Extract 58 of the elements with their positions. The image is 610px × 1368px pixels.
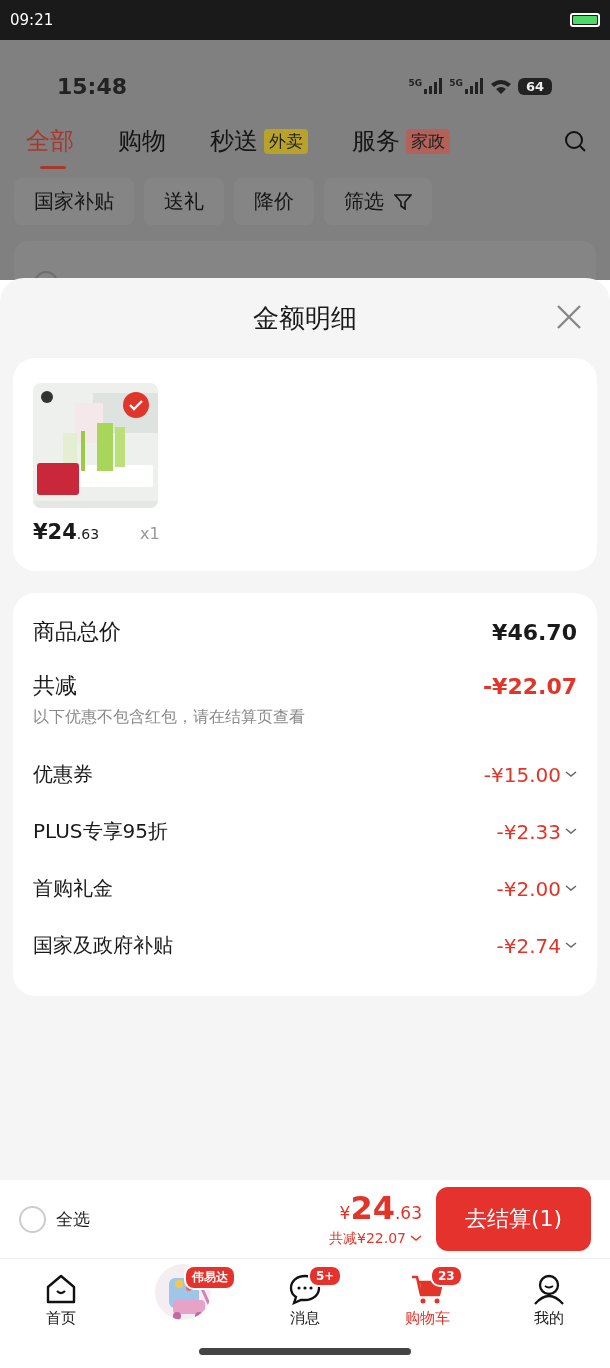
discount-amount[interactable]: -¥2.74 — [496, 933, 577, 958]
chevron-icon — [565, 771, 577, 778]
filter-chip[interactable]: 送礼 — [144, 178, 224, 225]
tab-tag: 外卖 — [264, 128, 308, 154]
row-value: ¥46.70 — [492, 619, 577, 645]
person-icon — [533, 1273, 565, 1305]
badge: 伟易达 — [184, 1265, 236, 1290]
nav-tab[interactable]: 首页 — [0, 1259, 122, 1340]
filter-chip[interactable]: 国家补贴 — [14, 178, 134, 225]
tab-tag: 家政 — [406, 128, 450, 154]
check-icon — [127, 397, 145, 413]
discount-amount[interactable]: -¥2.00 — [496, 876, 577, 901]
badge: 5+ — [308, 1265, 343, 1287]
battery-level: 64 — [517, 77, 552, 95]
network-label: 5G — [408, 78, 423, 88]
nav-tab[interactable]: 我的 — [488, 1259, 610, 1340]
select-all-label: 全选 — [56, 1207, 90, 1231]
quantity: x1 — [140, 524, 160, 543]
signal-icon — [463, 78, 484, 94]
tab[interactable]: 秒送 外卖 — [210, 125, 308, 157]
product-price: ¥24.63 — [33, 520, 101, 544]
radio-button[interactable] — [19, 1205, 46, 1233]
filter-chip[interactable]: 筛选 — [324, 178, 432, 225]
chevron-icon — [410, 1235, 422, 1242]
nav-tab[interactable]: 伟易达 — [122, 1259, 244, 1340]
tab[interactable]: 购物 — [118, 125, 166, 157]
filter-chip[interactable]: 降价 — [234, 178, 314, 225]
discount-amount[interactable]: -¥2.33 — [496, 819, 577, 844]
battery-icon — [570, 13, 600, 27]
discount-label: 国家及政府补贴 — [33, 932, 173, 959]
note-text: 以下优惠不包含红包，请在结算页查看 — [33, 707, 306, 728]
discount-label: PLUS专享95折 — [33, 818, 168, 845]
checkout-button[interactable]: 去结算(1) — [436, 1187, 591, 1251]
row-label: 商品总价 — [33, 618, 121, 646]
total-price: ¥24.63 — [339, 1190, 422, 1229]
home-icon — [45, 1273, 77, 1305]
signal-icon — [423, 78, 444, 94]
savings-link[interactable]: 共减¥22.07 — [329, 1229, 422, 1248]
chevron-icon — [565, 942, 577, 949]
wifi-icon — [489, 78, 512, 94]
network-label: 5G — [449, 78, 463, 88]
discount-label: 首购礼金 — [33, 875, 113, 902]
discount-amount[interactable]: -¥15.00 — [483, 762, 577, 787]
row-value: -¥22.07 — [482, 673, 577, 699]
search-icon[interactable] — [564, 130, 586, 152]
status-time: 15:48 — [57, 73, 128, 99]
filter-icon — [394, 193, 412, 210]
close-icon[interactable] — [556, 304, 582, 330]
badge: 23 — [430, 1265, 463, 1287]
sheet-title: 金额明细 — [253, 301, 357, 335]
chevron-icon — [565, 828, 577, 835]
nav-tab[interactable]: 购物车 23 — [366, 1259, 488, 1340]
row-label: 共减 — [33, 672, 77, 700]
status-time: 09:21 — [10, 11, 54, 29]
chevron-icon — [565, 885, 577, 892]
tab[interactable]: 服务 家政 — [352, 125, 450, 157]
discount-label: 优惠券 — [33, 761, 93, 788]
nav-tab[interactable]: 消息 5+ — [244, 1259, 366, 1340]
